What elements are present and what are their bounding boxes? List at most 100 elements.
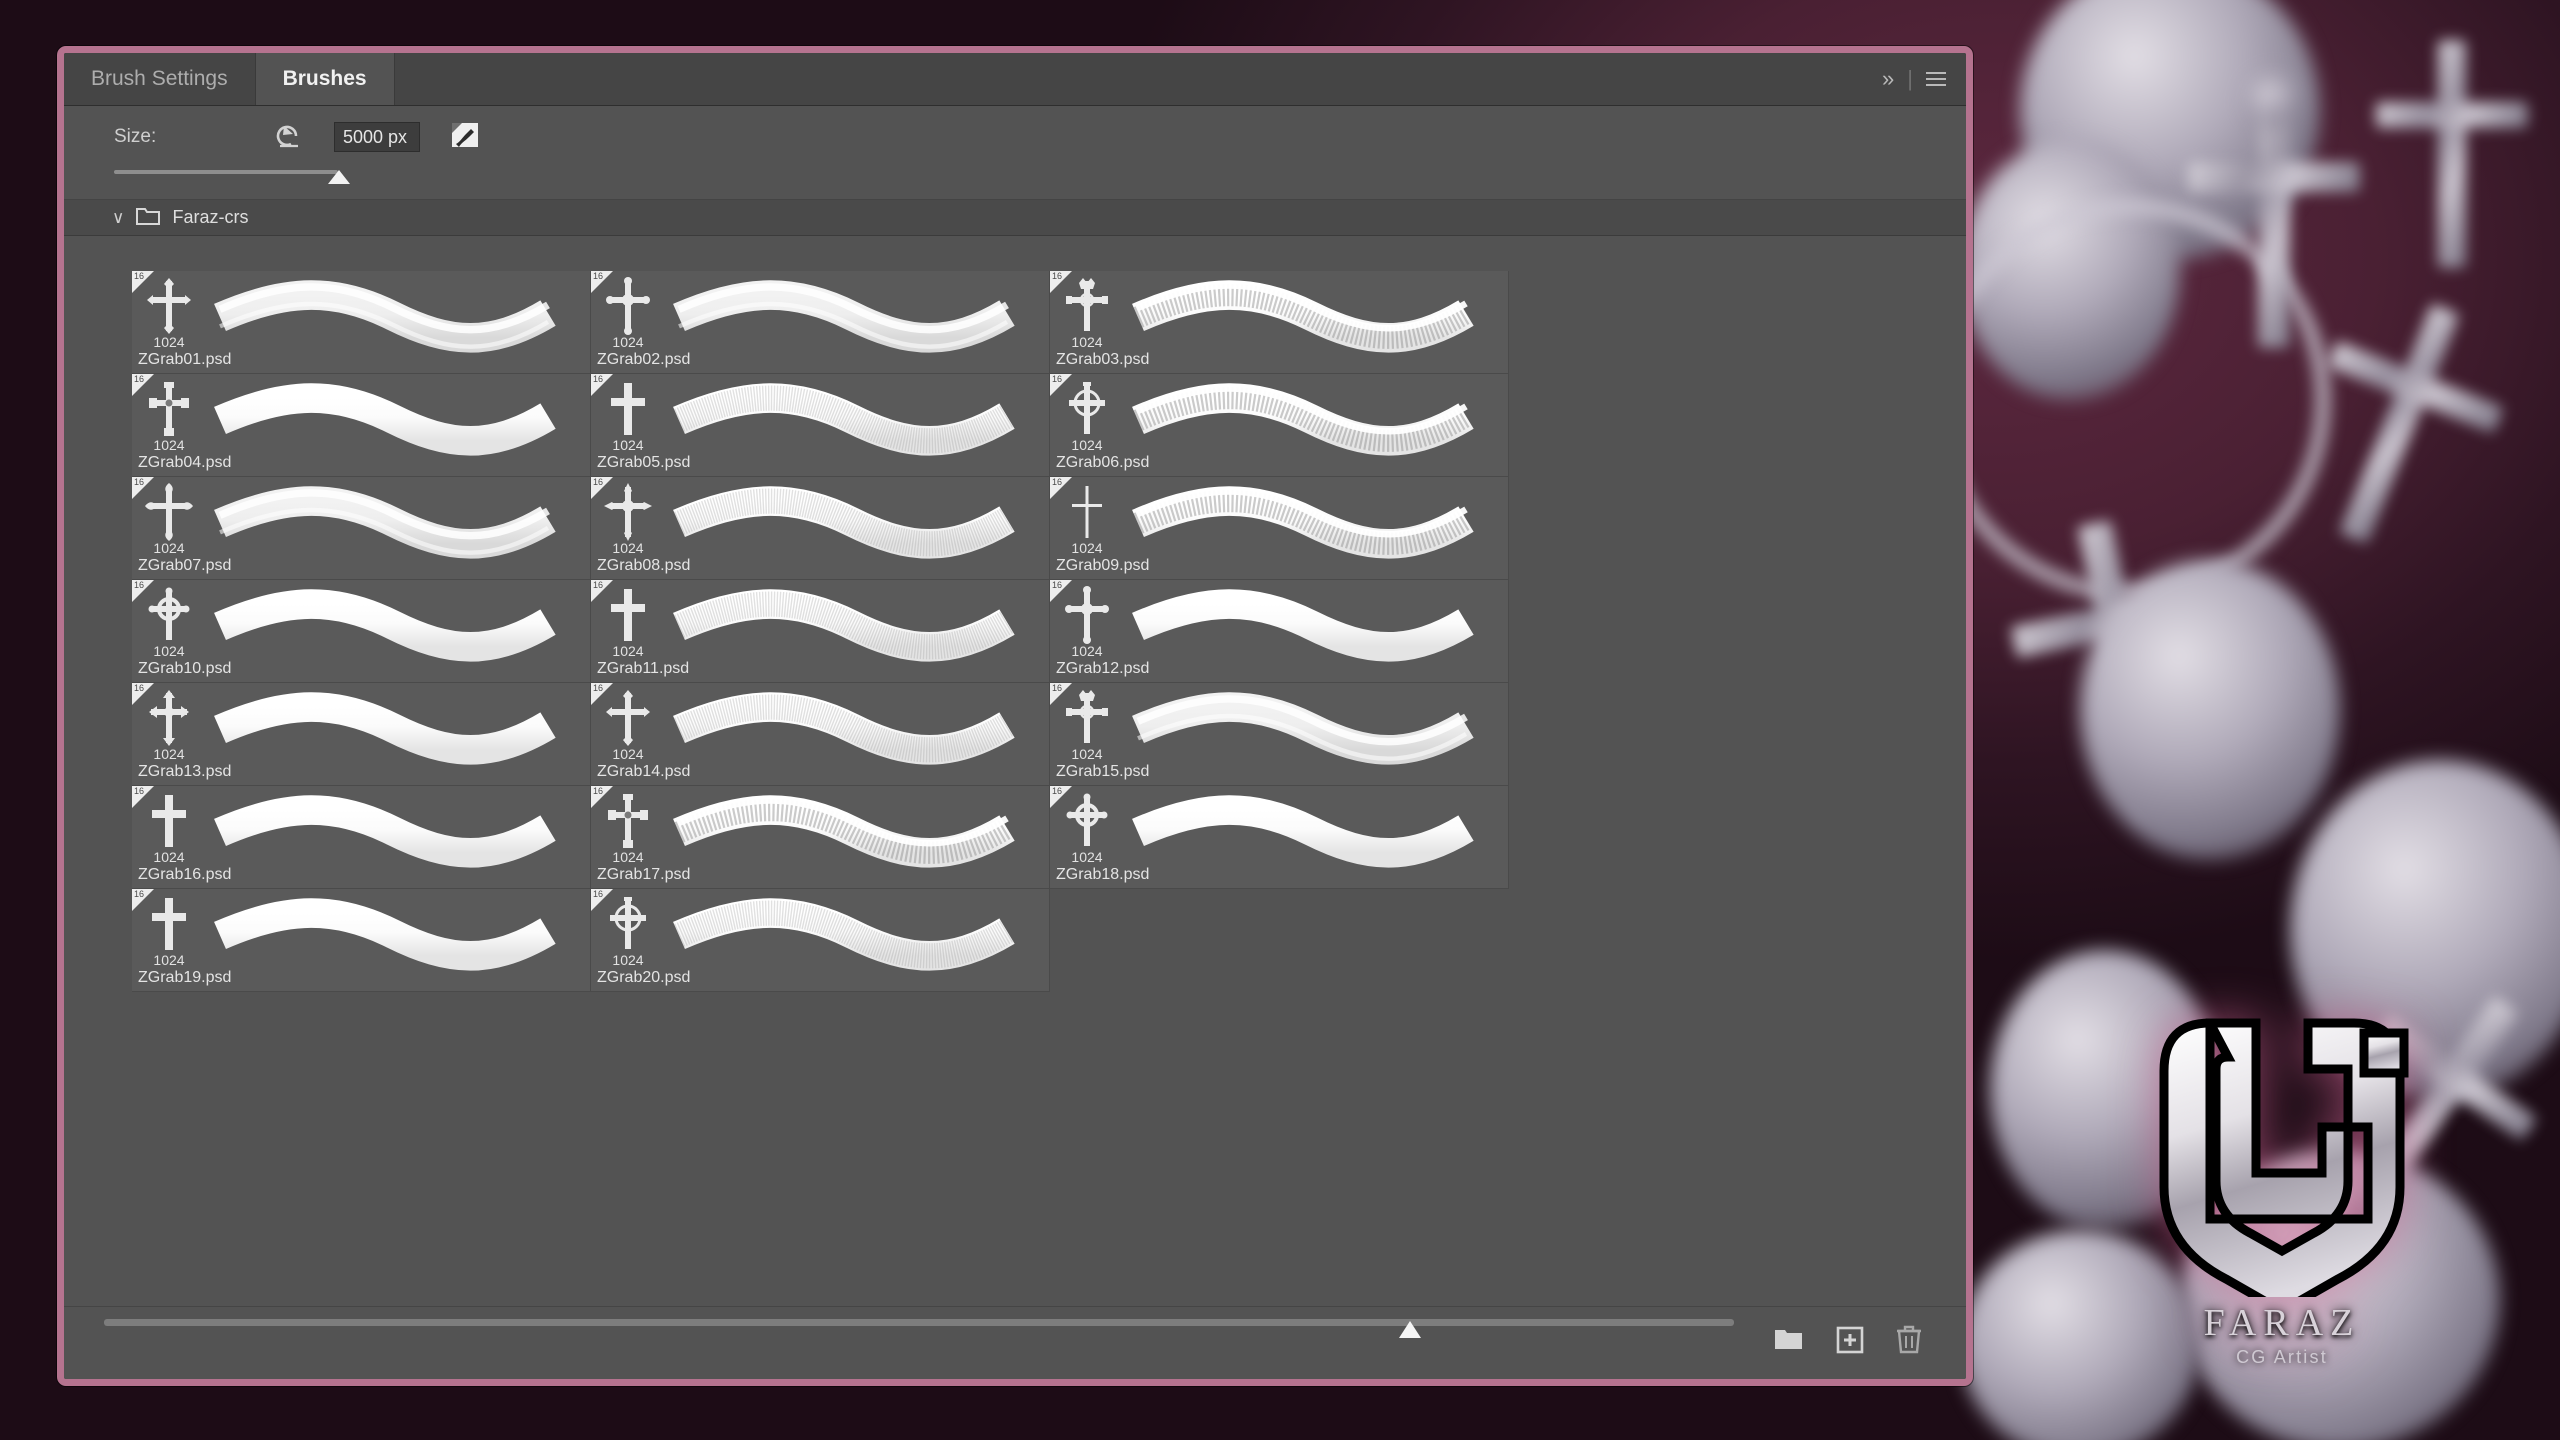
- brush-file-name: ZGrab01.psd: [138, 351, 231, 369]
- chevron-down-icon[interactable]: ∨: [112, 208, 124, 228]
- tab-brush-settings[interactable]: Brush Settings: [64, 53, 256, 105]
- brush-stroke-preview: [206, 889, 590, 992]
- brush-grid: 161024ZGrab01.psd161024ZGrab02.psd161024…: [132, 271, 1509, 992]
- brush-file-name: ZGrab02.psd: [597, 351, 690, 369]
- bottom-action-icons: [1774, 1325, 1922, 1359]
- brush-item[interactable]: 16 1024ZGrab16.psd: [132, 786, 591, 889]
- brush-file-name: ZGrab08.psd: [597, 557, 690, 575]
- brush-item[interactable]: 161024ZGrab11.psd: [591, 580, 1050, 683]
- brush-item[interactable]: 161024ZGrab20.psd: [591, 889, 1050, 992]
- brush-badge-number: 16: [1052, 786, 1062, 797]
- brush-badge-number: 16: [134, 786, 144, 797]
- brush-badge-number: 16: [134, 374, 144, 385]
- brush-size-label: 1024: [612, 952, 643, 968]
- reset-size-icon[interactable]: [274, 122, 308, 152]
- brush-item[interactable]: 161024ZGrab13.psd: [132, 683, 591, 786]
- panel-bottom-bar: [64, 1306, 1966, 1379]
- brush-size-label: 1024: [612, 437, 643, 453]
- brush-grid-empty-cell: [1050, 889, 1509, 992]
- brush-size-input[interactable]: 5000 px: [334, 122, 420, 152]
- brush-item[interactable]: 161024ZGrab09.psd: [1050, 477, 1509, 580]
- brush-file-name: ZGrab17.psd: [597, 866, 690, 884]
- brush-file-name: ZGrab14.psd: [597, 763, 690, 781]
- brush-size-label: 1024: [153, 746, 184, 762]
- brush-size-label: 1024: [612, 334, 643, 350]
- brush-badge-number: 16: [593, 477, 603, 488]
- brush-badge-number: 16: [1052, 271, 1062, 282]
- brush-size-label: 1024: [153, 849, 184, 865]
- brush-stroke-preview: [1124, 580, 1508, 683]
- brush-file-name: ZGrab19.psd: [138, 969, 231, 987]
- brush-stroke-preview: [665, 580, 1049, 683]
- brush-size-label: 1024: [1071, 643, 1102, 659]
- brush-item[interactable]: 161024ZGrab14.psd: [591, 683, 1050, 786]
- brush-size-label: 1024: [153, 643, 184, 659]
- brush-size-label: 1024: [612, 540, 643, 556]
- brush-size-label: 1024: [153, 437, 184, 453]
- header-separator: |: [1907, 66, 1913, 92]
- panel-menu-icon[interactable]: [1926, 72, 1946, 86]
- brush-stroke-preview: [206, 786, 590, 889]
- new-brush-icon[interactable]: [1836, 1326, 1864, 1359]
- folder-name-label: Faraz-crs: [172, 207, 248, 228]
- brush-size-label: 1024: [1071, 849, 1102, 865]
- brush-preset-icon[interactable]: [450, 120, 480, 155]
- brush-item[interactable]: 161024ZGrab06.psd: [1050, 374, 1509, 477]
- brush-item[interactable]: 161024ZGrab17.psd: [591, 786, 1050, 889]
- slider-thumb[interactable]: [328, 170, 350, 184]
- brush-file-name: ZGrab16.psd: [138, 866, 231, 884]
- brush-stroke-preview: [1124, 683, 1508, 786]
- brush-file-name: ZGrab18.psd: [1056, 866, 1149, 884]
- brush-stroke-preview: [665, 683, 1049, 786]
- brush-badge-number: 16: [593, 683, 603, 694]
- brush-size-slider[interactable]: [114, 164, 1966, 198]
- brush-stroke-preview: [665, 477, 1049, 580]
- new-folder-icon[interactable]: [1774, 1327, 1804, 1357]
- brush-stroke-preview: [1124, 477, 1508, 580]
- brush-stroke-preview: [1124, 786, 1508, 889]
- brush-item[interactable]: 161024ZGrab19.psd: [132, 889, 591, 992]
- brush-group-faraz-crs[interactable]: ∨ Faraz-crs: [64, 200, 1966, 236]
- brush-grid-scroll-area[interactable]: 161024ZGrab01.psd161024ZGrab02.psd161024…: [64, 271, 1966, 1306]
- brush-item[interactable]: 161024ZGrab07.psd: [132, 477, 591, 580]
- slider-track[interactable]: [114, 170, 338, 174]
- brush-size-label: 1024: [1071, 746, 1102, 762]
- brush-item[interactable]: 16 1024ZGrab04.psd: [132, 374, 591, 477]
- brush-item[interactable]: 16 1024ZGrab01.psd: [132, 271, 591, 374]
- brush-badge-number: 16: [593, 271, 603, 282]
- brush-badge-number: 16: [134, 580, 144, 591]
- logo-subtitle-text: CG Artist: [2122, 1347, 2442, 1368]
- logo-monogram-icon: [2132, 1007, 2432, 1297]
- brush-file-name: ZGrab04.psd: [138, 454, 231, 472]
- brush-item[interactable]: 161024ZGrab05.psd: [591, 374, 1050, 477]
- brush-badge-number: 16: [134, 683, 144, 694]
- brush-stroke-preview: [1124, 374, 1508, 477]
- brush-file-name: ZGrab11.psd: [597, 660, 689, 678]
- faraz-logo-watermark: FARAZ CG Artist: [2122, 1007, 2442, 1368]
- brush-badge-number: 16: [134, 271, 144, 282]
- brush-size-label: 1024: [153, 334, 184, 350]
- brush-stroke-preview: [665, 271, 1049, 374]
- brush-item[interactable]: 16 1024ZGrab02.psd: [591, 271, 1050, 374]
- brush-badge-number: 16: [593, 374, 603, 385]
- horizontal-scrollbar-track[interactable]: [104, 1319, 1734, 1326]
- brush-stroke-preview: [206, 374, 590, 477]
- brush-stroke-preview: [665, 889, 1049, 992]
- brush-stroke-preview: [206, 683, 590, 786]
- brush-badge-number: 16: [1052, 683, 1062, 694]
- brush-item[interactable]: 161024ZGrab03.psd: [1050, 271, 1509, 374]
- brush-item[interactable]: 161024ZGrab15.psd: [1050, 683, 1509, 786]
- collapse-panel-icon[interactable]: »: [1882, 68, 1894, 90]
- horizontal-scrollbar-thumb[interactable]: [1399, 1321, 1421, 1338]
- brush-item[interactable]: 161024ZGrab12.psd: [1050, 580, 1509, 683]
- brush-stroke-preview: [206, 271, 590, 374]
- delete-brush-icon[interactable]: [1896, 1325, 1922, 1359]
- brush-item[interactable]: 16 1024ZGrab08.psd: [591, 477, 1050, 580]
- brush-stroke-preview: [665, 786, 1049, 889]
- brush-item[interactable]: 16 1024ZGrab18.psd: [1050, 786, 1509, 889]
- brush-size-label: 1024: [612, 643, 643, 659]
- tab-brushes[interactable]: Brushes: [256, 53, 395, 105]
- panel-header-icons: » |: [1872, 53, 1966, 105]
- brush-item[interactable]: 161024ZGrab10.psd: [132, 580, 591, 683]
- brush-badge-number: 16: [134, 477, 144, 488]
